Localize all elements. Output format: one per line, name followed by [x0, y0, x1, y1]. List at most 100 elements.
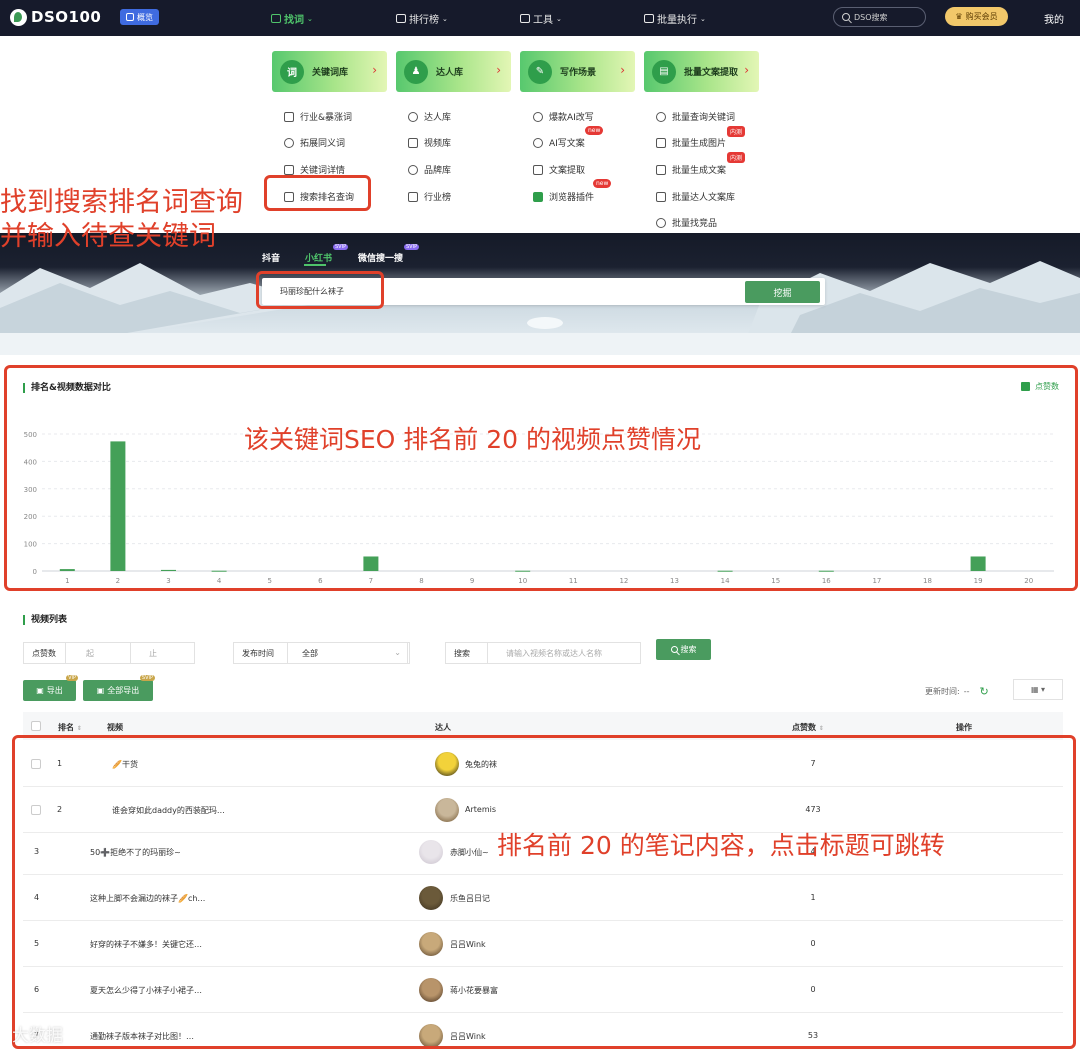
- col-video: 视频: [107, 723, 123, 732]
- card-label: 批量文案提取: [684, 68, 739, 78]
- card-batch-extract[interactable]: ▤ 批量文案提取 ›: [644, 51, 759, 92]
- pie-icon: [656, 217, 666, 228]
- svip-badge: SVIP: [333, 244, 349, 250]
- overview-button[interactable]: 概览: [120, 9, 159, 25]
- nav-ranking[interactable]: 排行榜 ⌄: [396, 11, 448, 26]
- ai-icon: [533, 137, 543, 148]
- col-likes[interactable]: 点赞数 ⇕: [792, 722, 824, 733]
- top-navbar: DSO100 概览 找词 ⌄ 排行榜 ⌄ 工具 ⌄ 批量执行 ⌄ DSO搜索 ♛…: [0, 0, 1080, 36]
- buy-vip-button[interactable]: ♛ 购买会员: [945, 7, 1008, 26]
- menu-ai-rewrite[interactable]: 爆款AI改写: [533, 110, 594, 123]
- menu-industry-ranking[interactable]: 行业榜: [408, 190, 451, 203]
- video-search-filter: 搜索 请输入视频名称或达人名称: [445, 642, 641, 664]
- export-icon: ▣: [36, 686, 44, 695]
- annotation-box-rank-query: [264, 175, 371, 211]
- publish-time-label: 发布时间: [234, 643, 288, 663]
- extract-icon: [533, 164, 543, 175]
- logo-icon: [10, 8, 27, 26]
- my-account-menu[interactable]: 我的: [1044, 11, 1064, 26]
- annotation-chart: 该关键词SEO 排名前 20 的视频点赞情况: [244, 425, 701, 454]
- menu-batch-image[interactable]: 批量生成图片: [656, 136, 726, 149]
- logo[interactable]: DSO100: [10, 8, 101, 26]
- chevron-right-icon: ›: [744, 63, 749, 77]
- beta-badge: 内测: [727, 126, 746, 137]
- overview-icon: [126, 13, 134, 21]
- menu-copy-extract[interactable]: 文案提取: [533, 163, 585, 176]
- library-icon: [656, 191, 666, 202]
- menu-synonym-expand[interactable]: 拓展同义词: [284, 136, 345, 149]
- nav-batch[interactable]: 批量执行 ⌄: [644, 11, 706, 26]
- card-influencer-library[interactable]: ♟ 达人库 ›: [396, 51, 511, 92]
- annotation-line: 并输入待查关键词: [0, 221, 216, 252]
- nav-label: 排行榜: [409, 15, 439, 26]
- likes-filter-label: 点赞数: [24, 643, 66, 663]
- menu-browser-plugin[interactable]: 浏览器插件: [533, 190, 594, 203]
- image-icon: [656, 137, 666, 148]
- puzzle-icon: [533, 191, 543, 202]
- menu-batch-influencer-copy[interactable]: 批量达人文案库: [656, 190, 735, 203]
- vip-label: 购买会员: [965, 12, 998, 21]
- beta-badge: 内测: [727, 152, 746, 163]
- grid-icon: ▦ ▾: [1030, 685, 1046, 694]
- watermark: 大数据: [12, 1026, 63, 1046]
- col-rank[interactable]: 排名 ⇕: [58, 722, 82, 733]
- chevron-down-icon: ⌄: [700, 14, 706, 23]
- chevron-down-icon: ⌄: [307, 14, 313, 23]
- menu-batch-competitor[interactable]: 批量找竞品: [656, 216, 717, 229]
- video-search-button[interactable]: 搜索: [656, 639, 711, 660]
- likes-range-filter: 点赞数 起 止: [23, 642, 195, 664]
- menu-label: AI写文案: [549, 139, 585, 149]
- chevron-down-icon: ⌄: [394, 648, 401, 657]
- menu-video-library[interactable]: 视频库: [408, 136, 451, 149]
- new-badge: new: [593, 179, 612, 188]
- brand-icon: [408, 164, 418, 175]
- tab-xiaohongshu[interactable]: 小红书: [305, 251, 332, 264]
- card-writing-scene[interactable]: ✎ 写作场景 ›: [520, 51, 635, 92]
- video-search-input[interactable]: 请输入视频名称或达人名称: [488, 643, 640, 663]
- annotation-step-1: 找到搜索排名词查询 并输入待查关键词: [0, 186, 243, 254]
- likes-to-input[interactable]: 止: [131, 643, 194, 663]
- nav-tools[interactable]: 工具 ⌄: [520, 11, 562, 26]
- active-tab-underline: [304, 264, 326, 266]
- export-all-button[interactable]: ▣ 全部导出 SVIP: [83, 675, 155, 701]
- menu-label: 批量达人文案库: [672, 193, 736, 203]
- likes-from-input[interactable]: 起: [66, 643, 131, 663]
- nav-label: 找词: [284, 15, 304, 26]
- update-time-value: --: [963, 687, 970, 696]
- card-keyword-library[interactable]: 词 关键词库 ›: [272, 51, 387, 92]
- toolbox-icon: [520, 14, 530, 23]
- overview-label: 概览: [137, 12, 153, 22]
- menu-brand-library[interactable]: 品牌库: [408, 163, 451, 176]
- publish-time-filter[interactable]: 发布时间 全部 ⌄: [233, 642, 410, 664]
- menu-ai-write[interactable]: AI写文案: [533, 136, 585, 149]
- crown-icon: ♛: [955, 12, 963, 21]
- tab-douyin[interactable]: 抖音: [262, 251, 280, 264]
- trend-icon: [284, 111, 294, 122]
- export-button[interactable]: ▣ 导出 VIP: [23, 675, 78, 701]
- chevron-right-icon: ›: [620, 63, 625, 77]
- tab-wechat-search[interactable]: 微信搜一搜: [358, 251, 403, 264]
- dig-button[interactable]: 挖掘: [745, 281, 820, 303]
- select-all-checkbox[interactable]: [31, 721, 41, 731]
- nav-find-words[interactable]: 找词 ⌄: [271, 11, 313, 26]
- document-icon: ▤: [652, 59, 676, 84]
- column-settings-button[interactable]: ▦ ▾: [1013, 679, 1063, 700]
- search-filter-label: 搜索: [446, 643, 488, 663]
- menu-influencer-library[interactable]: 达人库: [408, 110, 451, 123]
- col-label: 排名: [58, 723, 74, 732]
- copy-icon: [656, 164, 666, 175]
- card-label: 关键词库: [312, 68, 349, 78]
- menu-label: 达人库: [424, 113, 452, 123]
- menu-batch-keyword-query[interactable]: 批量查询关键词: [656, 110, 735, 123]
- logo-text: DSO100: [31, 8, 102, 26]
- svip-badge: SVIP: [404, 244, 420, 250]
- col-actions: 操作: [956, 723, 972, 732]
- refresh-icon[interactable]: ↻: [979, 685, 988, 698]
- batch-icon: [644, 14, 654, 23]
- menu-industry-surge-words[interactable]: 行业&暴涨词: [284, 110, 352, 123]
- annotation-box-keyword: [256, 271, 384, 309]
- export-label: 导出: [46, 686, 63, 695]
- menu-batch-copy[interactable]: 批量生成文案: [656, 163, 726, 176]
- publish-time-select[interactable]: 全部: [288, 643, 408, 663]
- global-search-input[interactable]: DSO搜索: [833, 7, 926, 27]
